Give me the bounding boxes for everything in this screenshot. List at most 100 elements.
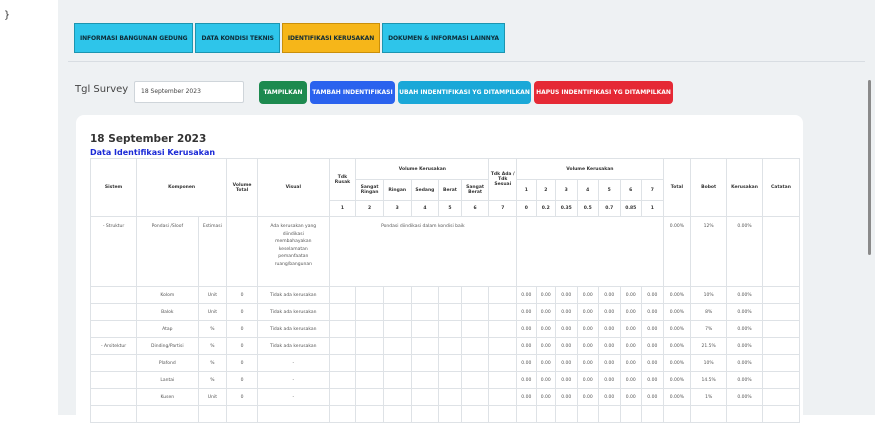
cell-input — [328, 286, 357, 304]
cell-value: 0.00 — [576, 337, 599, 355]
cell-komponen — [136, 405, 199, 423]
cell-value: 0.00 — [619, 371, 642, 389]
cell-input — [355, 286, 384, 304]
tampilkan-button[interactable]: TAMPILKAN — [259, 81, 307, 104]
cell-bobot: 10% — [690, 286, 728, 304]
cell-sistem — [89, 388, 138, 406]
cell-value: 0.00 — [641, 320, 664, 338]
survey-date-input[interactable]: 18 September 2023 — [134, 81, 244, 103]
cell-total: 0.00% — [662, 320, 692, 338]
divider — [68, 61, 865, 62]
cell-value — [576, 405, 599, 423]
cell-value — [598, 405, 621, 423]
cell-unit: Estimasi — [197, 216, 228, 287]
cell-input — [488, 337, 518, 355]
cell-visual: - — [256, 354, 330, 372]
table-row: Kolom Unit 0 Tidak ada kerusakan 0.00 0.00 0.0… — [89, 286, 801, 304]
cell-value: 0.00 — [576, 320, 599, 338]
th-factor: 0.5 — [576, 200, 599, 217]
cell-kerusakan: 0.00% — [726, 320, 763, 338]
card-date-heading: 18 September 2023 — [90, 133, 207, 145]
cell-value — [619, 405, 642, 423]
cell-visual: Tidak ada kerusakan — [256, 320, 330, 338]
th-total: Total — [662, 158, 692, 217]
cell-value: 0.00 — [641, 286, 664, 304]
table-row: - Struktur Pondasi /Sloof Estimasi Ada k… — [89, 216, 801, 287]
th-berat: Berat — [438, 179, 462, 201]
cell-input — [328, 371, 357, 389]
cell-catatan — [761, 286, 801, 304]
cell-input — [460, 320, 490, 338]
cell-input — [410, 303, 440, 321]
cell-input — [328, 320, 357, 338]
th-sangat-ringan: Sangat Ringan — [355, 179, 384, 201]
cell-value: 0.00 — [535, 388, 557, 406]
cell-volume: 0 — [226, 286, 258, 304]
cell-value: 0.00 — [619, 337, 642, 355]
cell-input — [438, 405, 462, 423]
cell-value: 0.00 — [641, 371, 664, 389]
tab-data-kondisi-teknis[interactable]: DATA KONDISI TEKNIS — [195, 23, 280, 53]
cell-value: 0.00 — [555, 388, 578, 406]
cell-value: 0.00 — [576, 354, 599, 372]
cell-value: 0.00 — [598, 388, 621, 406]
cell-unit: Unit — [197, 286, 228, 304]
cell-input — [382, 286, 412, 304]
tab-bar: INFORMASI BANGUNAN GEDUNG DATA KONDISI T… — [74, 23, 505, 53]
cell-value: 0.00 — [555, 286, 578, 304]
page-scrollbar[interactable] — [868, 80, 871, 255]
th-weight: 7 — [488, 200, 518, 217]
main-panel: INFORMASI BANGUNAN GEDUNG DATA KONDISI T… — [58, 0, 875, 425]
th-sistem: Sistem — [89, 158, 138, 217]
cell-total: 0.00% — [662, 286, 692, 304]
cell-input — [328, 337, 357, 355]
cell-sistem — [89, 286, 138, 304]
th-num: 2 — [535, 179, 557, 201]
cell-value: 0.00 — [555, 371, 578, 389]
th-volume-kerusakan-2: Volume Kerusakan — [516, 158, 664, 180]
table-row: Plafond% 0-0.00 0.00 0.00 0.00 0.00 0.00 0.00 0.… — [89, 354, 801, 372]
cell-komponen: Dinding/Partisi — [136, 337, 199, 355]
tambah-identifikasi-button[interactable]: TAMBAH INDENTIFIKASI — [310, 81, 395, 104]
cell-bobot: 14.5% — [690, 371, 728, 389]
cell-value: 0.00 — [641, 388, 664, 406]
cell-value: 0.00 — [598, 371, 621, 389]
th-factor: 0.85 — [619, 200, 642, 217]
cell-value: 0.00 — [535, 371, 557, 389]
cell-total: 0.00% — [662, 303, 692, 321]
cell-total: 0.00% — [662, 216, 692, 287]
th-weight: 4 — [410, 200, 440, 217]
cell-total: 0.00% — [662, 388, 692, 406]
th-volume-kerusakan: Volume Kerusakan — [355, 158, 490, 180]
th-factor: 0.7 — [598, 200, 621, 217]
cell-unit: % — [197, 354, 228, 372]
cell-komponen: Balok — [136, 303, 199, 321]
table-row: - Arsitektur Dinding/Partisi% 0 Tidak ada k… — [89, 337, 801, 355]
tab-dokumen-informasi[interactable]: DOKUMEN & INFORMASI LAINNYA — [382, 23, 505, 53]
cell-input — [488, 354, 518, 372]
cell-value: 0.00 — [535, 303, 557, 321]
cell-input — [355, 371, 384, 389]
cell-value — [516, 405, 537, 423]
tab-identifikasi-kerusakan[interactable]: IDENTIFIKASI KERUSAKAN — [281, 23, 381, 53]
cell-input — [382, 303, 412, 321]
ubah-identifikasi-button[interactable]: UBAH INDENTIFIKASI YG DITAMPILKAN — [398, 81, 531, 104]
cell-volume: 0 — [226, 371, 258, 389]
th-visual: Visual — [256, 158, 330, 217]
hapus-identifikasi-button[interactable]: HAPUS INDENTIFIKASI YG DITAMPILKAN — [534, 81, 673, 104]
cell-input — [460, 303, 490, 321]
cell-volume: 0 — [226, 320, 258, 338]
cell-kerusakan: 0.00% — [726, 337, 763, 355]
tab-informasi-bangunan[interactable]: INFORMASI BANGUNAN GEDUNG — [74, 23, 194, 53]
th-weight: 2 — [355, 200, 384, 217]
cell-sistem: - Arsitektur — [89, 337, 138, 355]
cell-bobot: 10% — [690, 354, 728, 372]
cell-input — [355, 320, 384, 338]
cell-value: 0.00 — [598, 354, 621, 372]
table-row — [89, 405, 801, 423]
cell-bobot: 1% — [690, 388, 728, 406]
cell-value: 0.00 — [598, 286, 621, 304]
cell-sistem — [89, 303, 138, 321]
cell-sistem — [89, 320, 138, 338]
th-factor: 0.2 — [535, 200, 557, 217]
